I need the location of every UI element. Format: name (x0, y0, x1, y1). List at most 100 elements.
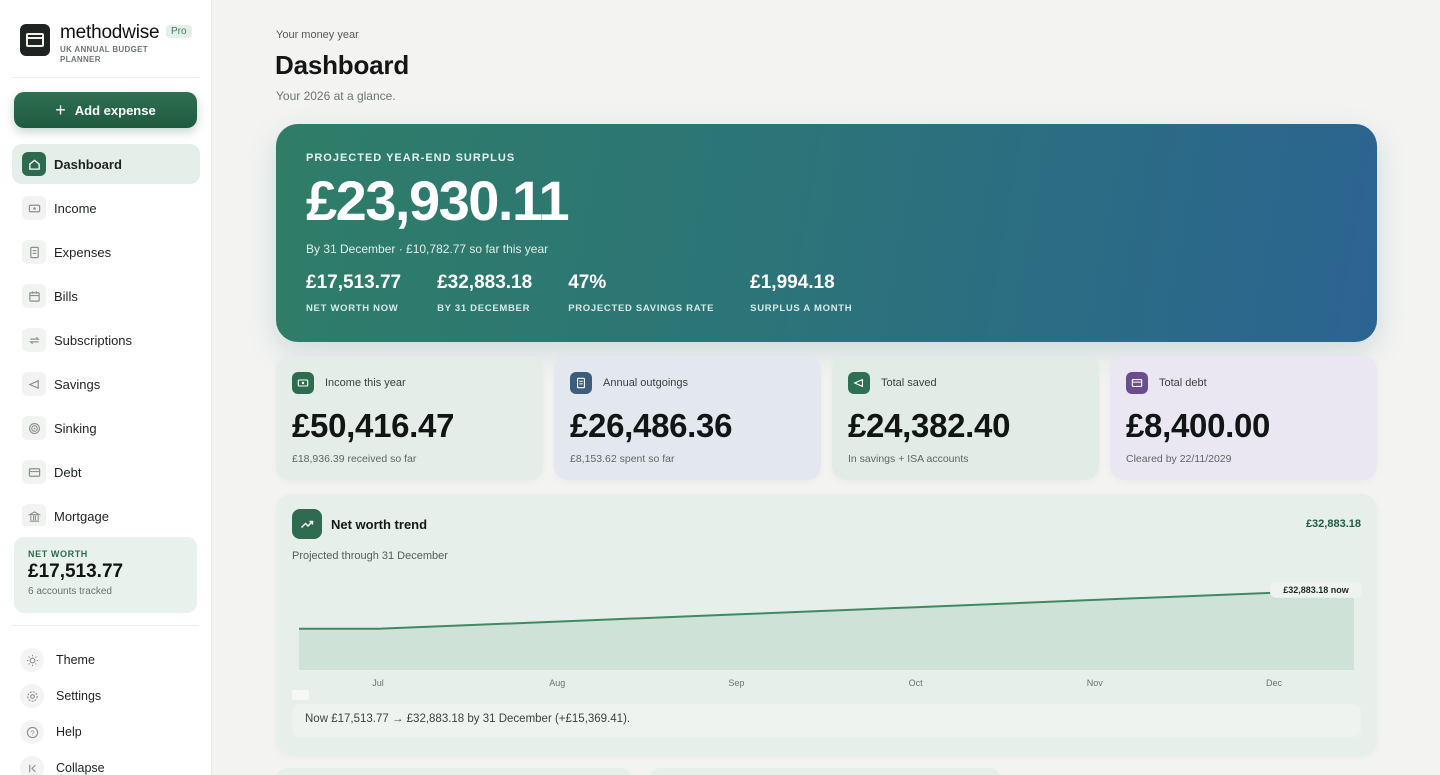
sidebar-item-label: Expenses (54, 244, 112, 260)
sidebar-item-label: Mortgage (54, 508, 109, 524)
bottom-nav: Theme Settings ? Help Collapse (20, 642, 200, 775)
sidebar-nav: Dashboard Income Expenses Bills Subscrip… (12, 144, 200, 526)
page-title: Dashboard (275, 50, 410, 80)
chart-legend-swatch (292, 690, 309, 700)
hero-stats: £17,513.77 NET WORTH NOW £32,883.18 BY 3… (306, 272, 888, 314)
card-value: £24,382.40 (848, 407, 1011, 444)
card-value: £8,400.00 (1126, 407, 1271, 444)
sidebar-item-dashboard[interactable]: Dashboard (12, 144, 200, 184)
sidebar-item-label: Bills (54, 288, 78, 304)
sidebar-item-savings[interactable]: Savings (12, 364, 200, 404)
hero-label: PROJECTED YEAR-END SURPLUS (306, 152, 516, 164)
add-expense-label: Add expense (74, 102, 156, 118)
hero-stat-savings-rate: 47% PROJECTED SAVINGS RATE (568, 272, 714, 314)
card-sub: £8,153.62 spent so far (570, 453, 675, 465)
hero-stat-label: BY 31 DECEMBER (437, 303, 531, 314)
sidebar-item-mortgage[interactable]: Mortgage (12, 496, 200, 526)
hero-stat-value: £17,513.77 (306, 272, 402, 293)
brand-subtitle: UK ANNUAL BUDGET PLANNER (60, 45, 148, 64)
page-subtitle: Your 2026 at a glance. (276, 89, 396, 103)
sidebar-item-debt[interactable]: Debt (12, 452, 200, 492)
trend-title: Net worth trend (331, 517, 428, 532)
sun-icon (20, 648, 44, 672)
card-sub: £18,936.39 received so far (292, 453, 417, 465)
sidebar-item-subscriptions[interactable]: Subscriptions (12, 320, 200, 360)
add-expense-button[interactable]: + Add expense (14, 92, 197, 128)
theme-label: Theme (56, 653, 95, 667)
repeat-icon (22, 328, 46, 352)
saved-card[interactable]: Total saved £24,382.40 In savings + ISA … (832, 356, 1099, 480)
credit-card-icon (22, 460, 46, 484)
x-tick-label: Aug (549, 678, 565, 688)
card-value: £26,486.36 (570, 407, 733, 444)
receipt-icon (570, 372, 592, 394)
x-tick-label: Jul (372, 678, 384, 688)
collapse-button[interactable]: Collapse (20, 750, 200, 775)
debt-card[interactable]: Total debt £8,400.00 Cleared by 22/11/20… (1110, 356, 1377, 480)
sidebar-item-label: Income (54, 200, 97, 216)
sidebar-item-income[interactable]: Income (12, 188, 200, 228)
help-icon: ? (20, 720, 44, 744)
hero-stat-label: NET WORTH NOW (306, 303, 399, 314)
settings-button[interactable]: Settings (20, 678, 200, 714)
sidebar-item-bills[interactable]: Bills (12, 276, 200, 316)
next-card-peek (650, 768, 1000, 775)
piggy-bank-icon (848, 372, 870, 394)
net-worth-sub: 6 accounts tracked (28, 586, 112, 597)
net-worth-label: NET WORTH (28, 549, 88, 559)
hero-stat-label: SURPLUS A MONTH (750, 303, 853, 314)
chart-area (299, 592, 1354, 670)
sidebar: methodwise UK ANNUAL BUDGET PLANNER Pro … (0, 0, 212, 775)
surplus-hero-card: PROJECTED YEAR-END SURPLUS £23,930.11 By… (276, 124, 1377, 342)
hero-value: £23,930.11 (306, 169, 570, 232)
x-tick-label: Oct (909, 678, 924, 688)
brand-name: methodwise (60, 22, 160, 43)
credit-card-icon (1126, 372, 1148, 394)
gear-icon (20, 684, 44, 708)
net-worth-chart[interactable]: Jul Aug Sep Oct Nov Dec £32,883.18 now (276, 564, 1377, 694)
divider (12, 77, 199, 78)
home-icon (22, 152, 46, 176)
card-sub: Cleared by 22/11/2029 (1126, 453, 1232, 465)
hero-stat-label: PROJECTED SAVINGS RATE (568, 303, 715, 314)
sidebar-item-label: Sinking (54, 420, 97, 436)
net-worth-value: £17,513.77 (28, 561, 124, 582)
page-eyebrow: Your money year (276, 29, 359, 41)
hero-stat-net-worth: £17,513.77 NET WORTH NOW (306, 272, 401, 314)
outgoings-card[interactable]: Annual outgoings £26,486.36 £8,153.62 sp… (554, 356, 821, 480)
banknote-icon (22, 196, 46, 220)
receipt-icon (22, 240, 46, 264)
sidebar-item-label: Dashboard (54, 156, 122, 172)
trend-subtitle: Projected through 31 December (292, 550, 448, 562)
main-content: Your money year Dashboard Your 2026 at a… (212, 0, 1440, 775)
help-button[interactable]: ? Help (20, 714, 200, 750)
summary-cards: Income this year £50,416.47 £18,936.39 r… (276, 356, 1377, 480)
x-tick-label: Nov (1087, 678, 1104, 688)
divider (12, 625, 199, 626)
settings-label: Settings (56, 689, 102, 703)
collapse-label: Collapse (56, 761, 105, 775)
brand[interactable]: methodwise UK ANNUAL BUDGET PLANNER Pro (20, 22, 192, 65)
sidebar-item-label: Debt (54, 464, 82, 480)
svg-text:?: ? (30, 728, 34, 737)
sidebar-item-label: Subscriptions (54, 332, 133, 348)
x-tick-label: Sep (728, 678, 744, 688)
income-card[interactable]: Income this year £50,416.47 £18,936.39 r… (276, 356, 543, 480)
theme-button[interactable]: Theme (20, 642, 200, 678)
net-worth-card[interactable]: NET WORTH £17,513.77 6 accounts tracked (14, 537, 197, 613)
sidebar-item-sinking[interactable]: Sinking (12, 408, 200, 448)
next-card-peek (276, 768, 631, 775)
sidebar-item-expenses[interactable]: Expenses (12, 232, 200, 272)
plus-icon: + (55, 100, 66, 120)
help-label: Help (56, 725, 82, 739)
pro-badge: Pro (166, 25, 192, 38)
sidebar-item-label: Savings (54, 376, 101, 392)
target-icon (22, 416, 46, 440)
trending-up-icon (292, 509, 322, 539)
net-worth-trend-card: Net worth trend £32,883.18 Projected thr… (276, 494, 1377, 755)
hero-stat-value: 47% (568, 272, 607, 293)
hero-stat-by-december: £32,883.18 BY 31 DECEMBER (437, 272, 532, 314)
hero-stat-value: £32,883.18 (437, 272, 533, 293)
bank-icon (22, 504, 46, 526)
card-title: Total saved (881, 377, 937, 389)
